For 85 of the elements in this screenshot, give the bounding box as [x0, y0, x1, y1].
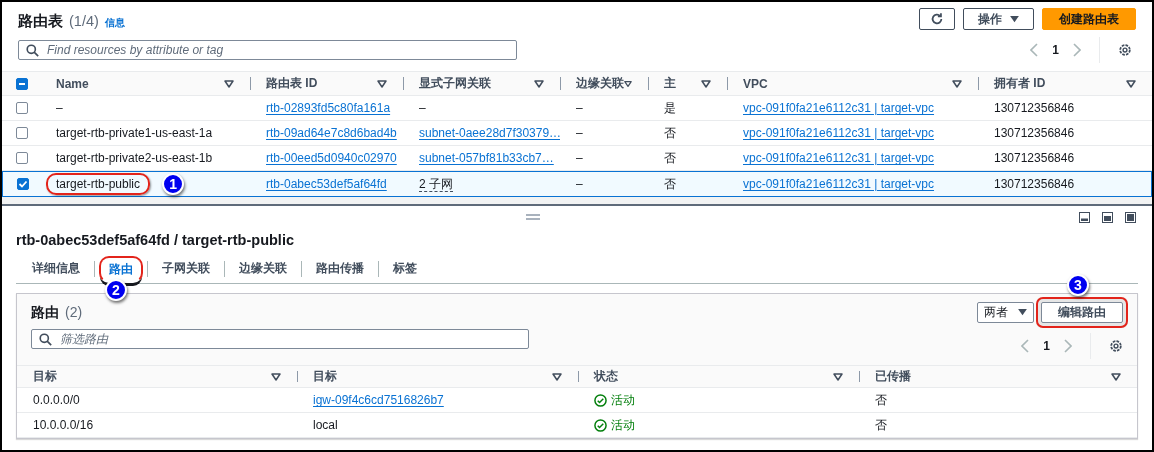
- success-icon: [594, 418, 607, 432]
- settings-icon[interactable]: [1109, 339, 1123, 353]
- table-cell: 否: [875, 416, 887, 434]
- link[interactable]: rtb-02893fd5c80fa161a: [266, 101, 391, 115]
- search-icon: [39, 333, 52, 346]
- detail-title: rtb-0abec53def5af64fd / target-rtb-public: [16, 232, 295, 248]
- caret-down-icon: [1018, 309, 1027, 316]
- page-number[interactable]: 1: [1043, 339, 1050, 353]
- status-label: 活动: [594, 391, 635, 409]
- actions-button[interactable]: 操作: [963, 8, 1034, 30]
- sort-caret-icon[interactable]: [1111, 372, 1121, 381]
- settings-icon[interactable]: [1118, 43, 1132, 57]
- search-field[interactable]: Find resources by attribute or tag: [18, 40, 517, 60]
- resize-handle-icon[interactable]: [526, 214, 540, 220]
- table-cell: 130712356846: [994, 151, 1075, 165]
- sort-caret-icon[interactable]: [952, 79, 962, 88]
- caret-down-icon: [1010, 15, 1019, 23]
- table-cell: 否: [664, 124, 676, 142]
- panel-title: 路由表: [18, 12, 63, 31]
- checkbox[interactable]: [16, 152, 28, 164]
- panel-full-icon[interactable]: [1125, 211, 1136, 223]
- tab[interactable]: 标签: [383, 255, 427, 283]
- success-icon: [594, 393, 607, 407]
- sort-caret-icon[interactable]: [701, 79, 711, 88]
- link[interactable]: vpc-091f0fa21e6112c31 | target-vpc: [743, 101, 935, 115]
- table-cell: target-rtb-private1-us-east-1a: [56, 126, 213, 140]
- page-number[interactable]: 1: [1052, 43, 1059, 57]
- table-cell: –: [419, 101, 426, 115]
- table-cell: 否: [875, 391, 887, 409]
- link[interactable]: rtb-00eed5d0940c02970: [266, 151, 397, 165]
- item-count: (1/4): [69, 13, 99, 29]
- checkbox[interactable]: [16, 102, 28, 114]
- create-button[interactable]: 创建路由表: [1042, 8, 1136, 30]
- status-label: 活动: [594, 416, 635, 434]
- table-cell: –: [576, 101, 583, 115]
- panel-title: 路由: [31, 304, 59, 322]
- select-all-checkbox[interactable]: [16, 77, 28, 90]
- table-cell: 10.0.0.0/16: [33, 418, 94, 432]
- link[interactable]: vpc-091f0fa21e6112c31 | target-vpc: [743, 151, 935, 165]
- search-icon: [26, 44, 39, 57]
- item-count: (2): [65, 304, 83, 322]
- checkbox[interactable]: [17, 178, 29, 190]
- table-cell: 0.0.0.0/0: [33, 393, 80, 407]
- panel-side-icon[interactable]: [1102, 211, 1113, 223]
- table-cell: –: [576, 177, 583, 191]
- sort-caret-icon[interactable]: [224, 79, 234, 88]
- link[interactable]: subnet-0aee28d7f30379…: [419, 126, 562, 140]
- table-cell: target-rtb-public: [46, 173, 151, 195]
- table-cell: local: [313, 418, 338, 432]
- sort-caret-icon[interactable]: [271, 372, 281, 381]
- info-link[interactable]: 信息: [104, 16, 125, 30]
- link[interactable]: rtb-09ad64e7c8d6bad4b: [266, 126, 397, 140]
- subnet-count: 2 子网: [419, 175, 453, 193]
- callout-badge: 2: [105, 279, 127, 301]
- link[interactable]: subnet-057bf81b33cb7…: [419, 151, 554, 165]
- sort-caret-icon[interactable]: [377, 79, 387, 88]
- checkbox[interactable]: [16, 127, 28, 139]
- table-cell: 130712356846: [994, 177, 1075, 191]
- panel-bottom-icon[interactable]: [1079, 211, 1090, 223]
- filter-select[interactable]: 两者: [977, 302, 1034, 323]
- table-cell: 130712356846: [994, 101, 1075, 115]
- tab[interactable]: 边缘关联: [229, 255, 297, 283]
- sort-caret-icon[interactable]: [1126, 79, 1136, 88]
- table-cell: –: [576, 151, 583, 165]
- callout-badge: 1: [162, 173, 185, 195]
- sort-caret-icon[interactable]: [534, 79, 544, 88]
- refresh-icon: [930, 12, 944, 26]
- table-cell: 130712356846: [994, 126, 1075, 140]
- table-cell: 否: [664, 175, 676, 193]
- sort-caret-icon[interactable]: [552, 372, 562, 381]
- table-cell: 是: [664, 99, 676, 117]
- link[interactable]: vpc-091f0fa21e6112c31 | target-vpc: [743, 126, 935, 140]
- sort-caret-icon[interactable]: [833, 372, 843, 381]
- callout-badge: 3: [1067, 274, 1089, 296]
- tab[interactable]: 详细信息: [22, 255, 90, 283]
- table-cell: 否: [664, 149, 676, 167]
- tab[interactable]: 子网关联: [152, 255, 220, 283]
- table-cell: –: [576, 126, 583, 140]
- link[interactable]: igw-09f4c6cd7516826b7: [313, 393, 444, 407]
- table-cell: target-rtb-private2-us-east-1b: [56, 151, 213, 165]
- search-field[interactable]: 筛选路由: [31, 329, 529, 349]
- sort-caret-icon[interactable]: [624, 79, 632, 88]
- refresh-button[interactable]: [919, 8, 955, 30]
- table-cell: –: [56, 101, 63, 115]
- tab[interactable]: 路由传播: [306, 255, 374, 283]
